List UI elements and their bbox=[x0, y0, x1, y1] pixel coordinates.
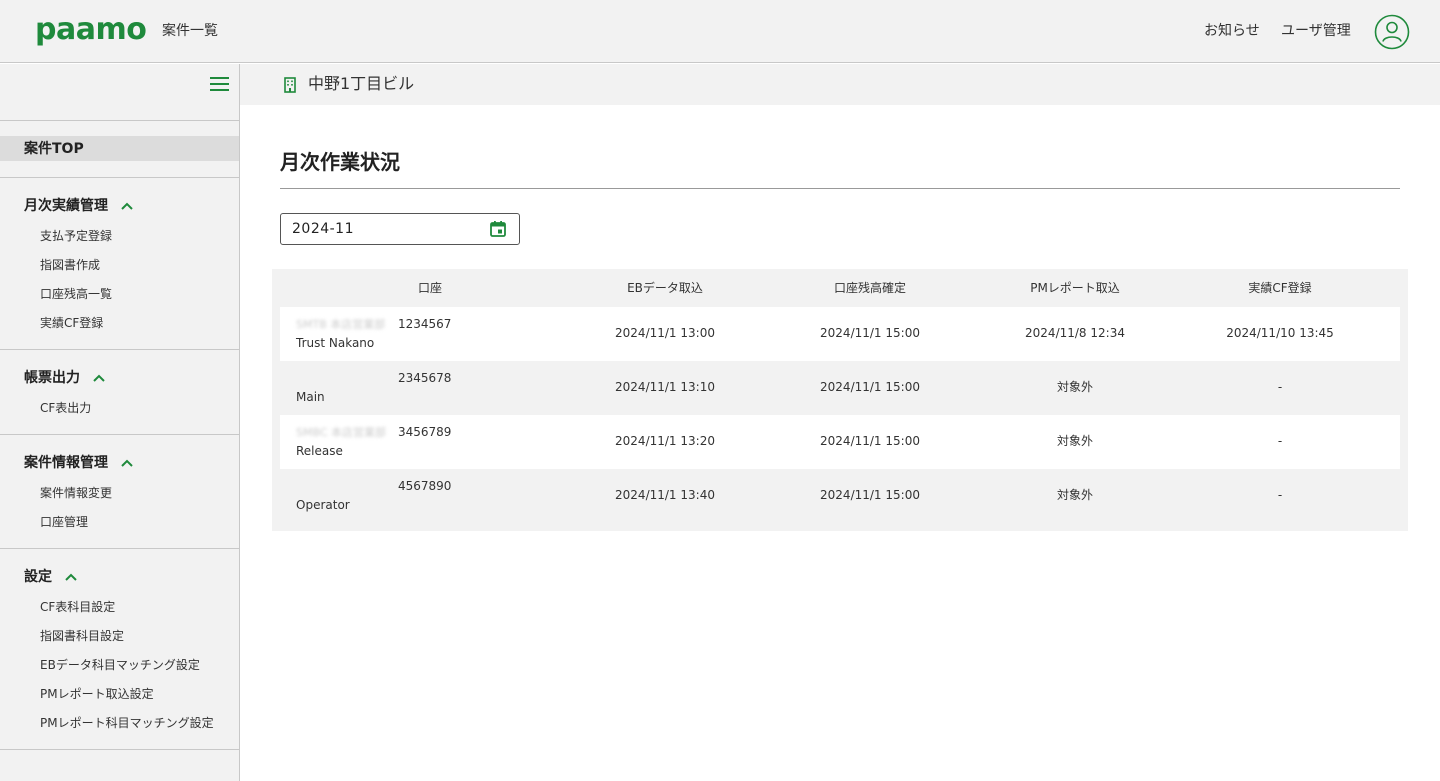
app-header: paamo 案件一覧 お知らせ ユーザ管理 bbox=[0, 0, 1440, 63]
account-name: Trust Nakano bbox=[296, 336, 375, 350]
balance-confirm-cell: 2024/11/1 15:00 bbox=[820, 326, 920, 340]
sidebar-divider bbox=[0, 349, 239, 350]
nav-user-management-link[interactable]: ユーザ管理 bbox=[1281, 22, 1351, 40]
bank-name: SMBC 本店営業部 bbox=[296, 426, 387, 439]
table-row[interactable]: SMBC 本店営業部 3456789 Release 2024/11/1 13:… bbox=[280, 415, 1400, 469]
sidebar-item-instruction-account-settings[interactable]: 指図書科目設定 bbox=[40, 628, 124, 644]
chevron-up-icon[interactable] bbox=[120, 458, 134, 468]
calendar-icon[interactable] bbox=[489, 220, 507, 238]
sidebar-item-account-management[interactable]: 口座管理 bbox=[40, 514, 88, 530]
account-name: Operator bbox=[296, 498, 350, 512]
monthly-status-table: 口座 EBデータ取込 口座残高確定 PMレポート取込 実績CF登録 SMTB 本… bbox=[272, 269, 1408, 531]
page-title: 月次作業状況 bbox=[280, 150, 400, 174]
bank-name: SMTB 本店営業部 bbox=[296, 318, 386, 331]
cf-register-cell: 2024/11/10 13:45 bbox=[1226, 326, 1334, 340]
user-circle-icon[interactable] bbox=[1374, 14, 1410, 50]
sidebar-section-title: 月次実績管理 bbox=[24, 198, 108, 214]
sidebar-item-case-info-change[interactable]: 案件情報変更 bbox=[40, 485, 112, 501]
sidebar-item-eb-matching-settings[interactable]: EBデータ科目マッチング設定 bbox=[40, 657, 200, 673]
column-header-balance-confirm: 口座残高確定 bbox=[833, 281, 906, 295]
sidebar-section-title: 案件情報管理 bbox=[24, 455, 108, 471]
chevron-up-icon[interactable] bbox=[64, 572, 78, 582]
balance-confirm-cell: 2024/11/1 15:00 bbox=[820, 434, 920, 448]
nav-case-list-link[interactable]: 案件一覧 bbox=[162, 22, 218, 40]
sidebar-item-actual-cf-register[interactable]: 実績CF登録 bbox=[40, 315, 103, 331]
sidebar-item-payment-schedule[interactable]: 支払予定登録 bbox=[40, 228, 112, 244]
sidebar-item-instruction-create[interactable]: 指図書作成 bbox=[40, 257, 100, 273]
eb-import-cell: 2024/11/1 13:00 bbox=[615, 326, 715, 340]
balance-confirm-cell: 2024/11/1 15:00 bbox=[820, 380, 920, 394]
account-name: Release bbox=[296, 444, 343, 458]
sidebar-divider bbox=[0, 749, 239, 750]
pm-import-cell: 2024/11/8 12:34 bbox=[1025, 326, 1125, 340]
table-row[interactable]: 4567890 Operator 2024/11/1 13:40 2024/11… bbox=[280, 469, 1400, 523]
building-icon bbox=[284, 77, 296, 93]
sidebar: 案件TOP 月次実績管理 支払予定登録 指図書作成 口座残高一覧 実績CF登録 … bbox=[0, 64, 240, 781]
sidebar-section-case-info[interactable]: 案件情報管理 bbox=[24, 454, 134, 472]
sidebar-item-case-top-label[interactable]: 案件TOP bbox=[24, 140, 84, 158]
table-row[interactable]: 2345678 Main 2024/11/1 13:10 2024/11/1 1… bbox=[280, 361, 1400, 415]
hamburger-icon[interactable] bbox=[210, 77, 230, 93]
pm-import-cell: 対象外 bbox=[1056, 434, 1093, 448]
paamo-logo[interactable]: paamo bbox=[35, 12, 147, 48]
cf-register-cell: - bbox=[1277, 434, 1283, 448]
table-row[interactable]: SMTB 本店営業部 1234567 Trust Nakano 2024/11/… bbox=[280, 307, 1400, 361]
eb-import-cell: 2024/11/1 13:20 bbox=[615, 434, 715, 448]
cf-register-cell: - bbox=[1277, 380, 1283, 394]
account-number: 3456789 bbox=[398, 425, 452, 439]
month-picker-input[interactable]: 2024-11 bbox=[280, 213, 520, 245]
sidebar-section-settings[interactable]: 設定 bbox=[24, 568, 78, 586]
title-divider bbox=[280, 188, 1400, 189]
sidebar-item-cf-output[interactable]: CF表出力 bbox=[40, 400, 91, 416]
sidebar-item-pm-matching-settings[interactable]: PMレポート科目マッチング設定 bbox=[40, 715, 214, 731]
sidebar-section-monthly[interactable]: 月次実績管理 bbox=[24, 197, 134, 215]
nav-news-link[interactable]: お知らせ bbox=[1204, 22, 1260, 40]
account-number: 1234567 bbox=[398, 317, 452, 331]
sidebar-item-pm-import-settings[interactable]: PMレポート取込設定 bbox=[40, 686, 154, 702]
sidebar-divider bbox=[0, 434, 239, 435]
eb-import-cell: 2024/11/1 13:40 bbox=[615, 488, 715, 502]
column-header-cf-register: 実績CF登録 bbox=[1248, 281, 1312, 295]
chevron-up-icon[interactable] bbox=[120, 201, 134, 211]
month-value: 2024-11 bbox=[292, 221, 354, 237]
sidebar-section-reports[interactable]: 帳票出力 bbox=[24, 369, 106, 387]
column-header-pm-import: PMレポート取込 bbox=[1030, 281, 1120, 295]
chevron-up-icon[interactable] bbox=[92, 373, 106, 383]
sidebar-divider bbox=[0, 177, 239, 178]
balance-confirm-cell: 2024/11/1 15:00 bbox=[820, 488, 920, 502]
sidebar-divider bbox=[0, 120, 239, 121]
sidebar-section-title: 設定 bbox=[24, 569, 52, 585]
account-number: 4567890 bbox=[398, 479, 452, 493]
cf-register-cell: - bbox=[1277, 488, 1283, 502]
pm-import-cell: 対象外 bbox=[1056, 488, 1093, 502]
pm-import-cell: 対象外 bbox=[1056, 380, 1093, 394]
building-name: 中野1丁目ビル bbox=[308, 74, 415, 93]
sidebar-item-cf-account-settings[interactable]: CF表科目設定 bbox=[40, 599, 115, 615]
sidebar-section-title: 帳票出力 bbox=[24, 370, 80, 386]
account-number: 2345678 bbox=[398, 371, 452, 385]
building-bar: 中野1丁目ビル bbox=[240, 64, 1440, 105]
account-name: Main bbox=[296, 390, 325, 404]
column-header-account: 口座 bbox=[417, 281, 442, 295]
sidebar-item-balance-list[interactable]: 口座残高一覧 bbox=[40, 286, 112, 302]
eb-import-cell: 2024/11/1 13:10 bbox=[615, 380, 715, 394]
column-header-eb-import: EBデータ取込 bbox=[627, 281, 703, 295]
sidebar-divider bbox=[0, 548, 239, 549]
